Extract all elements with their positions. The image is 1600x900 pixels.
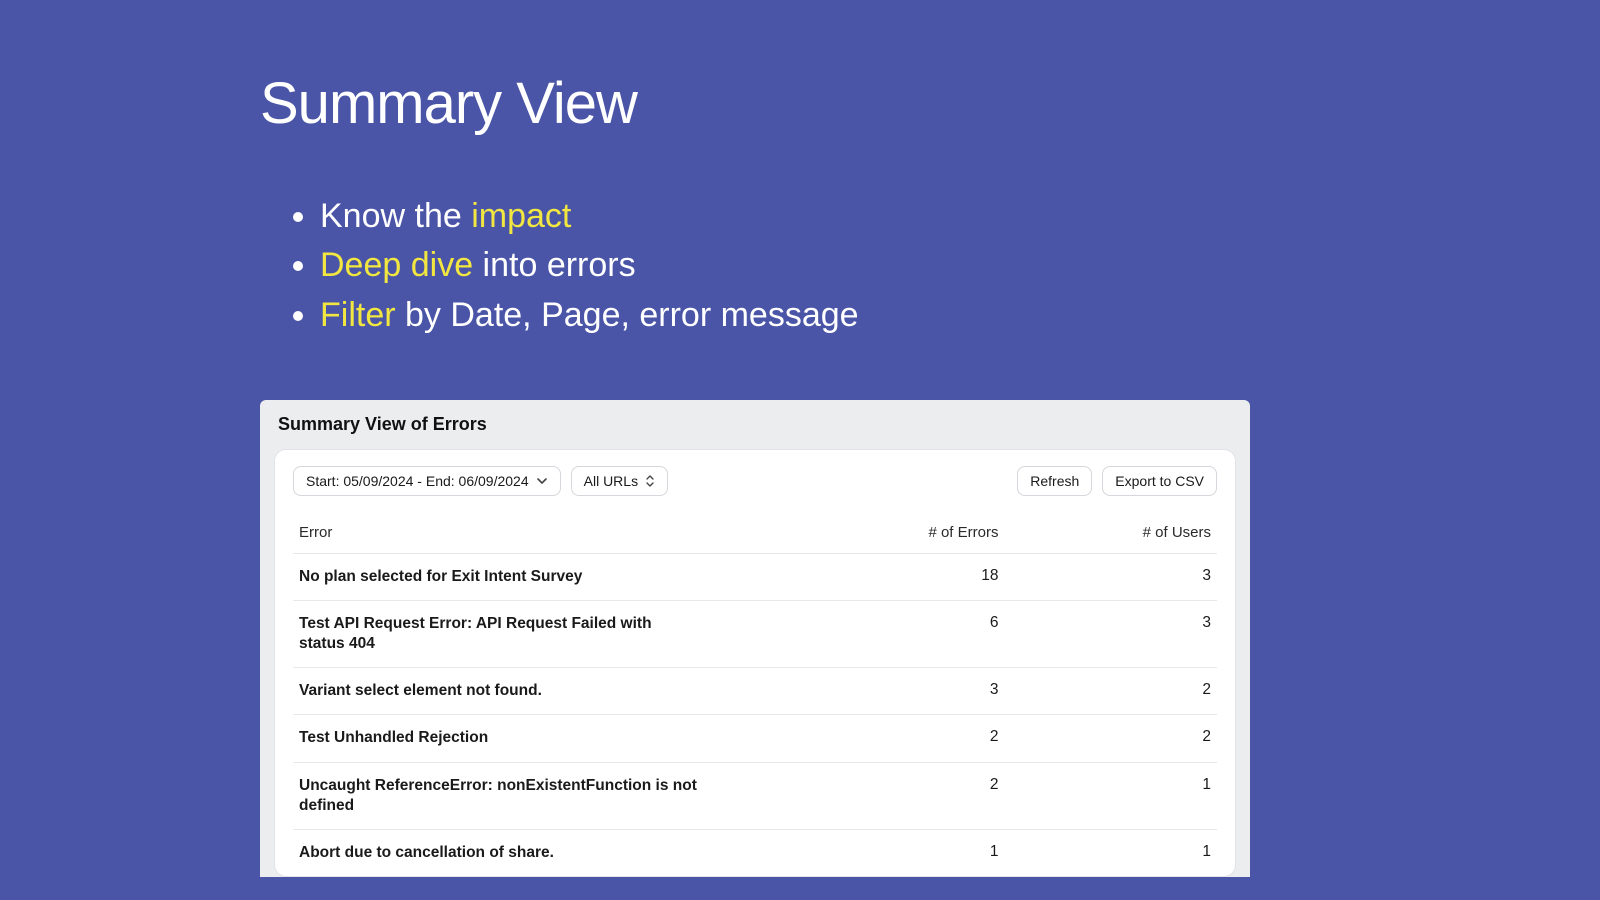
toolbar: Start: 05/09/2024 - End: 06/09/2024 All … [293, 466, 1217, 496]
error-count: 1 [801, 829, 1004, 876]
error-message: Abort due to cancellation of share. [299, 843, 699, 863]
user-count: 2 [1004, 715, 1217, 762]
user-count: 3 [1004, 553, 1217, 600]
table-row[interactable]: Test Unhandled Rejection 2 2 [293, 715, 1217, 762]
user-count: 1 [1004, 762, 1217, 829]
error-count: 2 [801, 762, 1004, 829]
bullet-text-post: by Date, Page, error message [396, 296, 859, 334]
refresh-label: Refresh [1030, 474, 1079, 488]
bullet-item: Know the impact [320, 192, 1600, 241]
slide-title: Summary View [260, 70, 1600, 137]
error-count: 18 [801, 553, 1004, 600]
user-count: 3 [1004, 601, 1217, 668]
export-csv-button[interactable]: Export to CSV [1102, 466, 1217, 496]
error-count: 6 [801, 601, 1004, 668]
bullet-item: Filter by Date, Page, error message [320, 291, 1600, 340]
user-count: 2 [1004, 668, 1217, 715]
bullet-text-highlight: Filter [320, 296, 396, 334]
col-count: # of Errors [801, 514, 1004, 554]
sort-updown-icon [645, 474, 655, 488]
table-row[interactable]: Uncaught ReferenceError: nonExistentFunc… [293, 762, 1217, 829]
bullet-text-pre: Know the [320, 197, 471, 235]
url-filter-label: All URLs [584, 474, 638, 488]
error-message: Variant select element not found. [299, 681, 699, 701]
refresh-button[interactable]: Refresh [1017, 466, 1092, 496]
error-message: No plan selected for Exit Intent Survey [299, 567, 699, 587]
bullet-text-highlight: impact [471, 197, 571, 235]
errors-table: Error # of Errors # of Users No plan sel… [293, 514, 1217, 876]
date-range-button[interactable]: Start: 05/09/2024 - End: 06/09/2024 [293, 466, 561, 496]
summary-card: Start: 05/09/2024 - End: 06/09/2024 All … [274, 449, 1236, 877]
url-filter-button[interactable]: All URLs [571, 466, 668, 496]
bullet-list: Know the impact Deep dive into errors Fi… [260, 192, 1600, 340]
error-count: 2 [801, 715, 1004, 762]
error-message: Test Unhandled Rejection [299, 728, 699, 748]
table-row[interactable]: Abort due to cancellation of share. 1 1 [293, 829, 1217, 876]
table-row[interactable]: Test API Request Error: API Request Fail… [293, 601, 1217, 668]
export-csv-label: Export to CSV [1115, 474, 1204, 488]
col-users: # of Users [1004, 514, 1217, 554]
user-count: 1 [1004, 829, 1217, 876]
table-header-row: Error # of Errors # of Users [293, 514, 1217, 554]
error-message: Test API Request Error: API Request Fail… [299, 614, 699, 654]
chevron-down-icon [536, 475, 548, 487]
bullet-text-highlight: Deep dive [320, 246, 473, 284]
table-row[interactable]: Variant select element not found. 3 2 [293, 668, 1217, 715]
summary-panel: Summary View of Errors Start: 05/09/2024… [260, 400, 1250, 877]
error-count: 3 [801, 668, 1004, 715]
panel-title: Summary View of Errors [260, 400, 1250, 443]
bullet-item: Deep dive into errors [320, 241, 1600, 290]
error-message: Uncaught ReferenceError: nonExistentFunc… [299, 776, 699, 816]
bullet-text-post: into errors [473, 246, 636, 284]
col-error: Error [293, 514, 801, 554]
table-row[interactable]: No plan selected for Exit Intent Survey … [293, 553, 1217, 600]
date-range-label: Start: 05/09/2024 - End: 06/09/2024 [306, 474, 529, 488]
